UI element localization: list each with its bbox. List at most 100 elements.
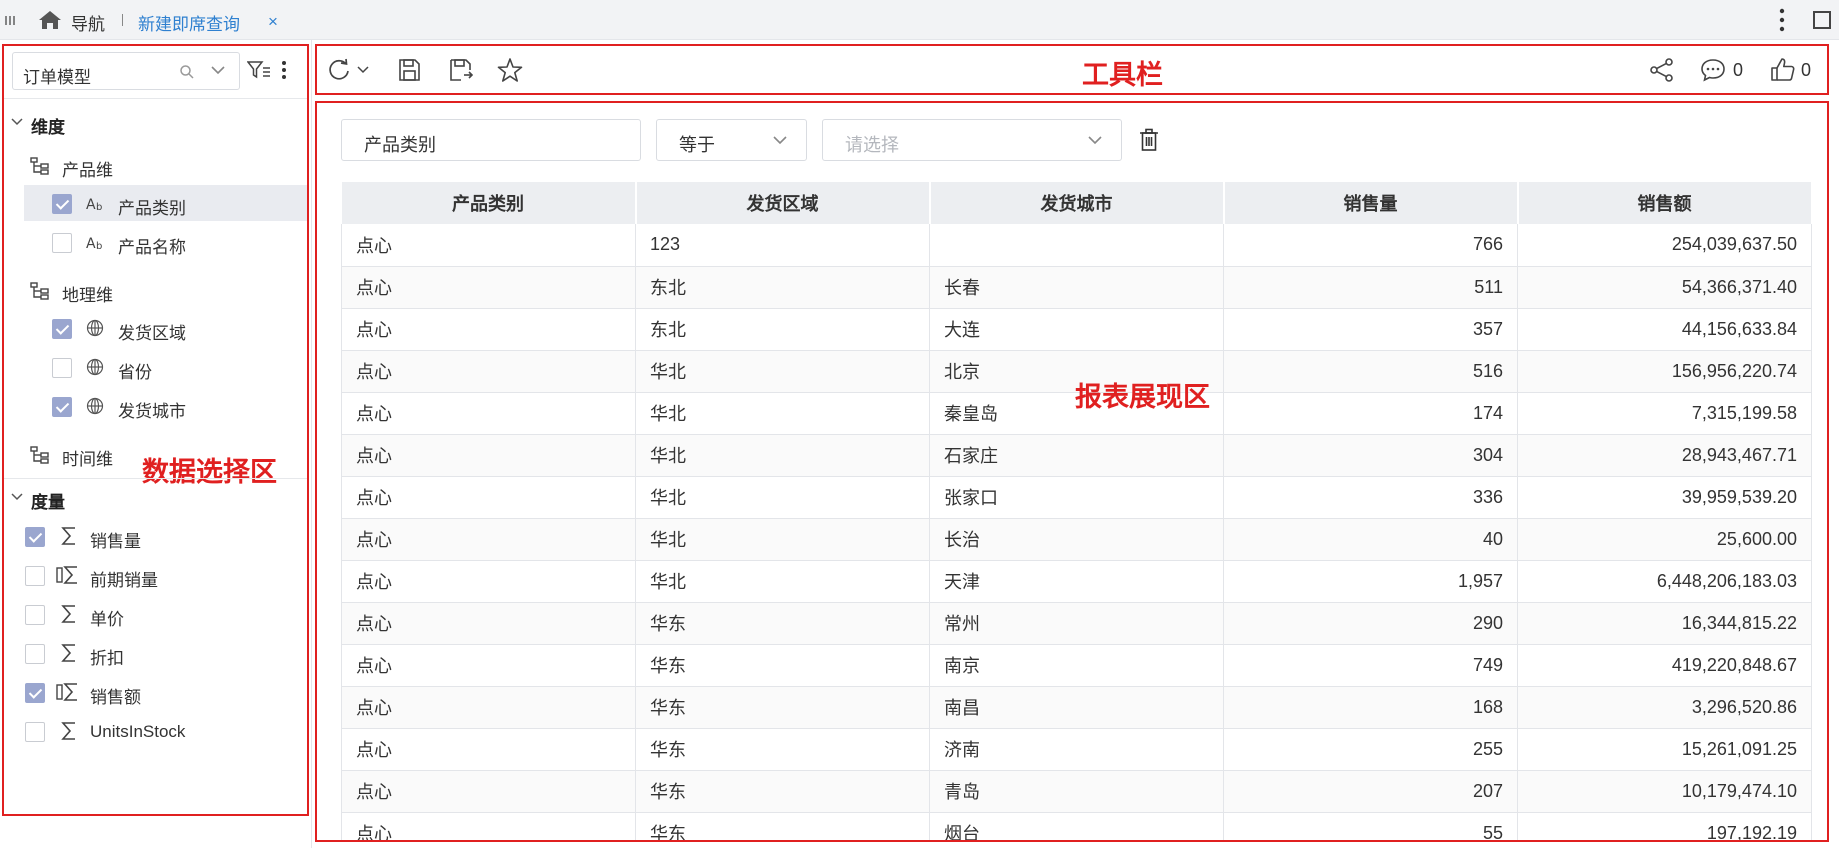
globe-icon	[86, 397, 104, 415]
field-province[interactable]: 省份	[24, 349, 307, 385]
comment-icon[interactable]	[1700, 58, 1726, 82]
more-vertical-icon[interactable]	[1778, 7, 1786, 33]
table-cell: 点心	[341, 308, 636, 351]
checkbox-ship-region[interactable]	[52, 319, 72, 339]
field-ship-city[interactable]: 发货城市	[24, 388, 307, 424]
checkbox-sales-amount[interactable]	[25, 683, 45, 703]
favorite-star-icon[interactable]	[497, 57, 523, 83]
field-ship-region[interactable]: 发货区域	[24, 310, 307, 346]
share-icon[interactable]	[1649, 58, 1675, 82]
annotation-toolbar: 工具栏	[1082, 60, 1163, 90]
model-selector[interactable]: 订单模型	[12, 52, 240, 90]
table-cell: 766	[1223, 224, 1518, 267]
group-label: 地理维	[62, 286, 113, 305]
table-row[interactable]: 点心 华东 济南 255 15,261,091.25	[341, 728, 1812, 771]
group-product-dimension[interactable]: 产品维	[4, 147, 307, 183]
table-row[interactable]: 点心 华北 天津 1,957 6,448,206,183.03	[341, 560, 1812, 603]
chevron-down-icon[interactable]	[1087, 134, 1103, 146]
hierarchy-icon	[30, 157, 50, 175]
column-header[interactable]: 产品类别	[341, 182, 637, 224]
table-cell: 天津	[929, 560, 1224, 603]
table-row[interactable]: 点心 华东 南昌 168 3,296,520.86	[341, 686, 1812, 729]
checkbox-discount[interactable]	[25, 644, 45, 664]
column-header[interactable]: 发货城市	[929, 182, 1225, 224]
close-tab-icon[interactable]: ×	[268, 12, 278, 32]
svg-text:b: b	[96, 241, 102, 251]
table-cell: 点心	[341, 812, 636, 840]
table-cell: 6,448,206,183.03	[1517, 560, 1812, 603]
home-icon[interactable]	[37, 9, 63, 31]
column-header[interactable]: 销售额	[1517, 182, 1813, 224]
checkbox-unit-price[interactable]	[25, 605, 45, 625]
grip-icon[interactable]	[4, 14, 16, 26]
table-row[interactable]: 点心 华东 烟台 55 197,192.19	[341, 812, 1812, 840]
chevron-down-icon[interactable]	[10, 116, 24, 128]
save-as-icon[interactable]	[448, 58, 474, 82]
filter-icon[interactable]	[247, 60, 271, 80]
column-header[interactable]: 发货区域	[635, 182, 931, 224]
refresh-icon[interactable]	[327, 58, 353, 82]
checkbox-previous-sales[interactable]	[25, 566, 45, 586]
table-cell: 华北	[635, 518, 930, 561]
filter-field-select[interactable]: 产品类别	[341, 119, 641, 161]
filter-field-value: 产品类别	[364, 135, 436, 155]
table-cell: 点心	[341, 434, 636, 477]
table-row[interactable]: 点心 东北 长春 511 54,366,371.40	[341, 266, 1812, 309]
table-row[interactable]: 点心 华东 常州 290 16,344,815.22	[341, 602, 1812, 645]
tab-navigation[interactable]: 导航	[71, 10, 105, 35]
checkbox-product-category[interactable]	[52, 194, 72, 214]
checkbox-sales-quantity[interactable]	[25, 527, 45, 547]
column-header[interactable]: 销售量	[1223, 182, 1519, 224]
text-type-icon: Ab	[86, 196, 106, 212]
measure-previous-sales[interactable]: 前期销量	[4, 557, 307, 593]
sigma-icon	[60, 526, 78, 546]
table-cell: 40	[1223, 518, 1518, 561]
checkbox-units-in-stock[interactable]	[25, 722, 45, 742]
measure-sales-amount[interactable]: 销售额	[4, 674, 307, 710]
table-cell: 749	[1223, 644, 1518, 687]
table-cell: 华东	[635, 728, 930, 771]
refresh-dropdown-icon[interactable]	[357, 66, 369, 74]
table-cell: 44,156,633.84	[1517, 308, 1812, 351]
save-icon[interactable]	[397, 58, 421, 82]
table-cell: 254,039,637.50	[1517, 224, 1812, 267]
group-label: 产品维	[62, 161, 113, 180]
table-cell: 123	[635, 224, 930, 267]
checkbox-ship-city[interactable]	[52, 397, 72, 417]
panel-more-icon[interactable]	[281, 60, 287, 80]
table-cell: 常州	[929, 602, 1224, 645]
maximize-icon[interactable]	[1813, 11, 1831, 29]
measure-unit-price[interactable]: 单价	[4, 596, 307, 632]
chevron-down-icon[interactable]	[772, 134, 788, 146]
chevron-down-icon[interactable]	[10, 491, 24, 503]
field-product-category[interactable]: Ab 产品类别	[24, 185, 307, 221]
measure-discount[interactable]: 折扣	[4, 635, 307, 671]
calc-sigma-icon	[56, 565, 80, 585]
tab-new-adhoc-query[interactable]: 新建即席查询	[138, 10, 240, 35]
search-icon[interactable]	[179, 64, 195, 80]
table-row[interactable]: 点心 123 766 254,039,637.50	[341, 224, 1812, 267]
table-cell: 419,220,848.67	[1517, 644, 1812, 687]
group-geography-dimension[interactable]: 地理维	[4, 272, 307, 308]
filter-operator-select[interactable]: 等于	[656, 119, 807, 161]
table-cell: 烟台	[929, 812, 1224, 840]
measure-units-in-stock[interactable]: UnitsInStock	[4, 713, 307, 749]
dimensions-section-header[interactable]: 维度	[4, 104, 307, 140]
like-thumb-icon[interactable]	[1770, 57, 1796, 83]
checkbox-province[interactable]	[52, 358, 72, 378]
checkbox-product-name[interactable]	[52, 233, 72, 253]
table-row[interactable]: 点心 东北 大连 357 44,156,633.84	[341, 308, 1812, 351]
like-count: 0	[1801, 60, 1812, 80]
table-row[interactable]: 点心 华东 青岛 207 10,179,474.10	[341, 770, 1812, 813]
table-row[interactable]: 点心 华东 南京 749 419,220,848.67	[341, 644, 1812, 687]
table-row[interactable]: 点心 华北 张家口 336 39,959,539.20	[341, 476, 1812, 519]
filter-value-select[interactable]: 请选择	[822, 119, 1122, 161]
field-product-name[interactable]: Ab 产品名称	[24, 224, 307, 260]
chevron-down-icon[interactable]	[210, 64, 226, 76]
table-row[interactable]: 点心 华北 石家庄 304 28,943,467.71	[341, 434, 1812, 477]
delete-filter-trash-icon[interactable]	[1139, 128, 1159, 152]
measure-sales-quantity[interactable]: 销售量	[4, 518, 307, 554]
table-row[interactable]: 点心 华北 长治 40 25,600.00	[341, 518, 1812, 561]
measures-section-header[interactable]: 度量	[4, 478, 307, 514]
hierarchy-icon	[30, 446, 50, 464]
